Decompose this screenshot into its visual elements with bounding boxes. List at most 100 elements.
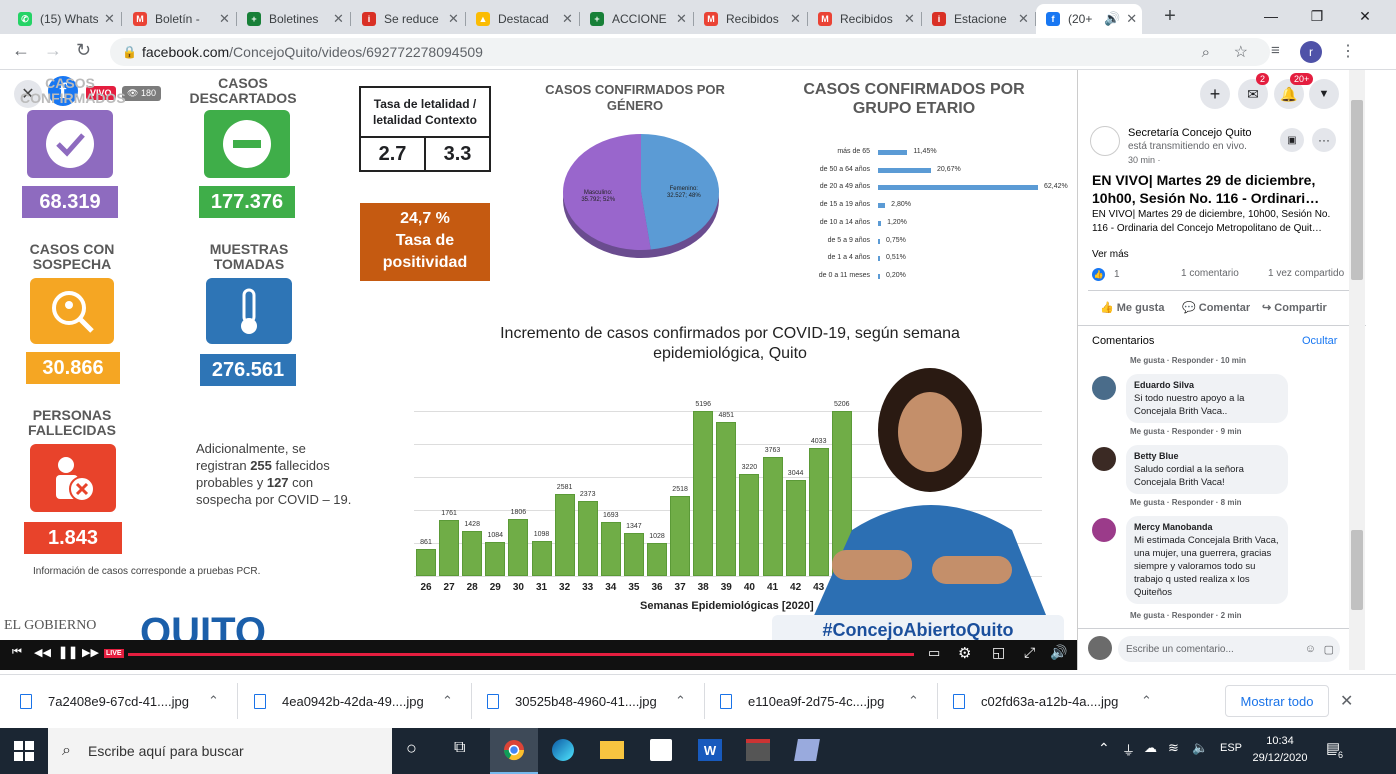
close-tab-icon[interactable]: ✕ bbox=[904, 11, 915, 27]
page-avatar[interactable] bbox=[1090, 126, 1120, 156]
tab-7[interactable]: M Recibidos ✕ bbox=[808, 4, 922, 34]
tab-3[interactable]: i Se reduce ✕ bbox=[352, 4, 466, 34]
current-user-avatar[interactable] bbox=[1088, 636, 1112, 660]
forward-icon[interactable]: → bbox=[44, 40, 62, 61]
tray-chevron-icon[interactable]: ⌃ bbox=[1098, 740, 1110, 757]
avatar[interactable] bbox=[1092, 376, 1116, 400]
file-explorer-icon[interactable] bbox=[600, 741, 624, 759]
pause-icon[interactable]: ❚❚ bbox=[58, 645, 78, 659]
close-tab-icon[interactable]: ✕ bbox=[1126, 11, 1137, 27]
page-name[interactable]: Secretaría Concejo Quito bbox=[1128, 127, 1252, 139]
volume-icon[interactable]: 🔊 bbox=[1050, 644, 1067, 661]
close-tab-icon[interactable]: ✕ bbox=[333, 11, 344, 27]
sidebar-scrollbar[interactable] bbox=[1349, 70, 1365, 670]
address-bar[interactable]: 🔒 facebook.com/ConcejoQuito/videos/69277… bbox=[110, 38, 1270, 66]
hide-comments-link[interactable]: Ocultar bbox=[1302, 335, 1337, 347]
new-tab-button[interactable]: + bbox=[1147, 0, 1193, 32]
more-options-icon[interactable]: ··· bbox=[1312, 128, 1336, 152]
close-downloads-icon[interactable]: ✕ bbox=[1340, 691, 1353, 711]
reload-icon[interactable]: ↻ bbox=[76, 40, 91, 61]
close-tab-icon[interactable]: ✕ bbox=[676, 11, 687, 27]
close-tab-icon[interactable]: ✕ bbox=[790, 11, 801, 27]
like-button[interactable]: 👍 Me gusta bbox=[1100, 301, 1164, 314]
fullscreen-icon[interactable]: ⤢ bbox=[1024, 644, 1035, 661]
star-icon[interactable]: ☆ bbox=[1234, 42, 1248, 62]
minimize-button[interactable]: — bbox=[1248, 0, 1294, 32]
sticker-icon[interactable]: ▢ bbox=[1324, 643, 1334, 656]
tab-2[interactable]: + Boletines ✕ bbox=[237, 4, 351, 34]
scrollbar-thumb-top[interactable] bbox=[1351, 100, 1363, 280]
download-item[interactable]: e110ea9f-2d75-4c....jpg ⌃ bbox=[720, 687, 940, 715]
close-window-button[interactable]: ✕ bbox=[1342, 0, 1388, 32]
usb-icon[interactable]: ⏚ bbox=[1122, 740, 1135, 759]
share-button[interactable]: ↪ Compartir bbox=[1262, 301, 1327, 314]
cortana-icon[interactable]: ○ bbox=[406, 738, 417, 759]
speaker-icon[interactable]: 🔈 bbox=[1192, 740, 1208, 756]
close-tab-icon[interactable]: ✕ bbox=[219, 11, 230, 27]
close-tab-icon[interactable]: ✕ bbox=[562, 11, 573, 27]
comment-input[interactable]: Escribe un comentario... ☺ ▢ bbox=[1118, 636, 1340, 662]
close-tab-icon[interactable]: ✕ bbox=[1018, 11, 1029, 27]
comment-author[interactable]: Eduardo Silva bbox=[1134, 379, 1280, 392]
avatar[interactable] bbox=[1092, 447, 1116, 471]
word-icon[interactable]: W bbox=[698, 739, 722, 761]
windows-start-icon[interactable] bbox=[14, 741, 34, 761]
create-icon[interactable]: + bbox=[1200, 79, 1230, 109]
chevron-up-icon[interactable]: ⌃ bbox=[908, 693, 919, 709]
profile-avatar[interactable]: r bbox=[1300, 41, 1322, 63]
snip-icon[interactable] bbox=[794, 739, 820, 761]
tab-9[interactable]: f (20+ 🔊 ✕ bbox=[1036, 4, 1142, 34]
reading-list-icon[interactable]: ≡ bbox=[1271, 42, 1280, 59]
clock[interactable]: 10:34 29/12/2020 bbox=[1248, 733, 1312, 767]
comment-meta-top[interactable]: Me gusta · Responder · 10 min bbox=[1130, 356, 1246, 365]
progress-bar[interactable] bbox=[128, 653, 914, 656]
tab-audio-icon[interactable]: 🔊 bbox=[1104, 11, 1120, 27]
comment-meta[interactable]: Me gusta · Responder · 9 min bbox=[1130, 427, 1242, 436]
tab-4[interactable]: ▲ Destacad ✕ bbox=[466, 4, 580, 34]
wifi-icon[interactable]: ≋ bbox=[1168, 740, 1179, 756]
skip-back-icon[interactable]: ⏮ bbox=[12, 646, 22, 659]
settings-icon[interactable]: ⚙ bbox=[958, 644, 971, 662]
scrollbar-thumb[interactable] bbox=[1351, 530, 1363, 610]
emoji-icon[interactable]: ☺ bbox=[1305, 643, 1316, 655]
tab-5[interactable]: + ACCIONE ✕ bbox=[580, 4, 694, 34]
taskbar-search[interactable]: ⌕ Escribe aquí para buscar bbox=[48, 728, 392, 774]
avatar[interactable] bbox=[1092, 518, 1116, 542]
tab-8[interactable]: i Estacione ✕ bbox=[922, 4, 1036, 34]
comment-author[interactable]: Mercy Manobanda bbox=[1134, 521, 1280, 534]
chevron-up-icon[interactable]: ⌃ bbox=[442, 693, 453, 709]
video-player[interactable]: ✕ f VIVO 👁 180 CASOS CONFIRMADOS 68.319 … bbox=[0, 70, 1077, 670]
tab-0[interactable]: ✆ (15) Whats ✕ bbox=[8, 4, 122, 34]
language-indicator[interactable]: ESP bbox=[1220, 742, 1242, 754]
mini-player-icon[interactable]: ◱ bbox=[992, 644, 1005, 661]
menu-icon[interactable]: ⋮ bbox=[1340, 41, 1356, 61]
download-item[interactable]: 30525b48-4960-41....jpg ⌃ bbox=[487, 687, 707, 715]
account-menu-icon[interactable]: ▼ bbox=[1309, 79, 1339, 109]
photos-app-icon[interactable] bbox=[746, 739, 770, 761]
download-item[interactable]: 4ea0942b-42da-49....jpg ⌃ bbox=[254, 687, 474, 715]
comment-count[interactable]: 1 comentario bbox=[1181, 268, 1239, 279]
close-tab-icon[interactable]: ✕ bbox=[104, 11, 115, 27]
tab-1[interactable]: M Boletín - ✕ bbox=[123, 4, 237, 34]
share-count[interactable]: 1 vez compartido bbox=[1268, 268, 1344, 279]
store-icon[interactable] bbox=[650, 739, 672, 761]
comment-button[interactable]: 💬 Comentar bbox=[1182, 301, 1250, 314]
maximize-button[interactable]: ❐ bbox=[1294, 0, 1340, 32]
chat-icon[interactable]: ▭ bbox=[928, 645, 940, 661]
download-item[interactable]: c02fd63a-a12b-4a....jpg ⌃ bbox=[953, 687, 1173, 715]
search-icon[interactable]: ⌕ bbox=[1202, 44, 1210, 61]
close-tab-icon[interactable]: ✕ bbox=[448, 11, 459, 27]
edge-icon[interactable] bbox=[552, 739, 574, 761]
chevron-up-icon[interactable]: ⌃ bbox=[675, 693, 686, 709]
save-icon[interactable]: ▣ bbox=[1280, 128, 1304, 152]
rewind-icon[interactable]: ◀◀ bbox=[34, 646, 51, 659]
chrome-taskbar-icon[interactable] bbox=[490, 728, 538, 774]
chevron-up-icon[interactable]: ⌃ bbox=[1141, 693, 1152, 709]
comment-meta[interactable]: Me gusta · Responder · 2 min bbox=[1130, 611, 1242, 620]
back-icon[interactable]: ← bbox=[12, 40, 30, 61]
comment-meta[interactable]: Me gusta · Responder · 8 min bbox=[1130, 498, 1242, 507]
fast-forward-icon[interactable]: ▶▶ bbox=[82, 646, 99, 659]
comment-author[interactable]: Betty Blue bbox=[1134, 450, 1280, 463]
tab-6[interactable]: M Recibidos ✕ bbox=[694, 4, 808, 34]
see-more-link[interactable]: Ver más bbox=[1092, 249, 1129, 260]
